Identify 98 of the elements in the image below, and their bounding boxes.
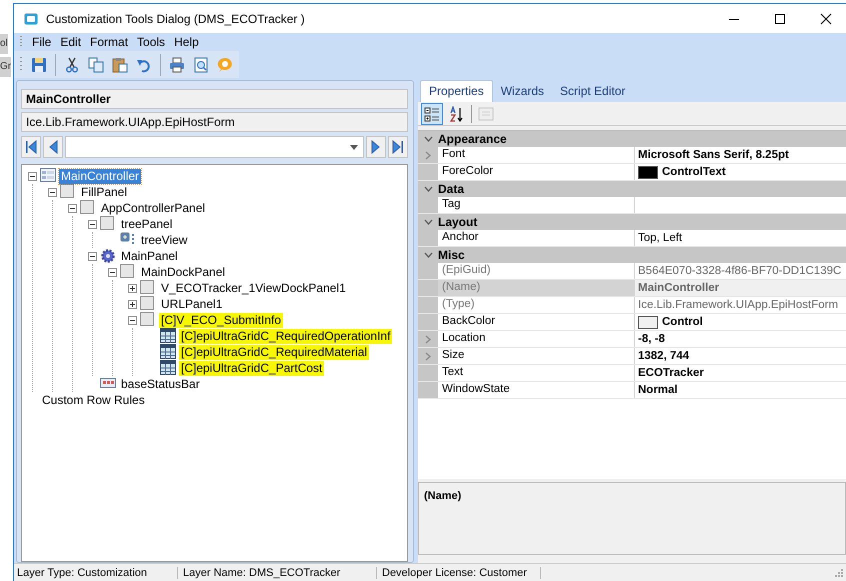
property-value[interactable]: 1382, 744 <box>638 350 690 362</box>
tree-item[interactable]: [C]V_ECO_SubmitInfo <box>159 312 284 328</box>
panel-icon <box>120 264 136 280</box>
status-text: Layer Name: DMS_ECOTracker <box>180 566 377 578</box>
menu-item[interactable]: File <box>32 35 52 49</box>
status-text: Developer License: Customer <box>379 566 541 578</box>
menu-item[interactable]: Help <box>174 35 199 49</box>
tree-item[interactable]: treePanel <box>119 216 174 232</box>
first-button[interactable] <box>21 136 41 158</box>
tab[interactable]: Script Editor <box>552 81 634 102</box>
clipboard-icon[interactable] <box>112 56 128 72</box>
tree-item[interactable]: FillPanel <box>79 184 130 200</box>
menu-item[interactable]: Tools <box>137 35 166 49</box>
menu-item[interactable]: Format <box>90 35 128 49</box>
property-name[interactable]: Font <box>438 147 635 163</box>
background-text: ol <box>0 34 8 54</box>
property-value[interactable]: -8, -8 <box>638 333 665 345</box>
collapse-icon[interactable] <box>48 188 57 196</box>
collapse-icon[interactable] <box>128 316 137 324</box>
property-value[interactable]: ECOTracker <box>638 367 704 379</box>
panel-icon <box>80 200 96 216</box>
resize-grip-icon[interactable] <box>835 568 843 576</box>
collapse-icon[interactable] <box>28 172 37 180</box>
printer-icon[interactable] <box>169 56 185 72</box>
collapse-icon[interactable] <box>88 220 97 228</box>
property-value[interactable]: Control <box>662 316 703 328</box>
dropdown-arrow-icon <box>350 144 358 150</box>
copy-icon[interactable] <box>88 56 104 72</box>
tab[interactable]: Wizards <box>492 81 552 102</box>
property-name[interactable]: ForeColor <box>438 164 635 180</box>
form-icon <box>40 168 56 184</box>
tree-item[interactable]: AppControllerPanel <box>99 200 208 216</box>
first-icon <box>25 140 37 154</box>
property-name[interactable]: (Type) <box>438 297 635 313</box>
category-label: Misc <box>438 248 465 262</box>
control-name: MainController <box>21 89 408 109</box>
panel-icon <box>140 280 156 296</box>
panel-icon <box>140 312 156 328</box>
tree-item[interactable]: [C]epiUltraGridC_RequiredOperationInf <box>179 328 392 344</box>
print-preview-icon[interactable] <box>193 56 209 72</box>
property-name[interactable]: WindowState <box>438 382 635 398</box>
categorized-icon[interactable] <box>421 102 443 124</box>
collapse-icon[interactable] <box>68 204 77 212</box>
category-label: Appearance <box>438 132 507 146</box>
tree-item[interactable]: V_ECOTracker_1ViewDockPanel1 <box>159 280 348 296</box>
collapse-icon[interactable] <box>88 252 97 260</box>
control-type: Ice.Lib.Framework.UIApp.EpiHostForm <box>21 112 408 132</box>
window-title: Customization Tools Dialog (DMS_ECOTracker ) <box>46 12 305 26</box>
grid-icon <box>160 328 176 344</box>
category-label: Data <box>438 182 464 196</box>
grid-icon <box>160 360 176 376</box>
close-icon[interactable] <box>820 12 832 24</box>
tree-item[interactable]: baseStatusBar <box>119 376 202 392</box>
grid-icon <box>160 344 176 360</box>
maximize-icon[interactable] <box>774 12 786 24</box>
property-name[interactable]: Anchor <box>438 230 635 246</box>
expand-icon[interactable] <box>128 300 137 308</box>
tree-item[interactable]: treeView <box>139 232 190 248</box>
property-value[interactable]: ControlText <box>662 166 726 178</box>
gear-icon <box>100 248 116 264</box>
tab[interactable]: Properties <box>420 80 493 102</box>
tree-item[interactable]: [C]epiUltraGridC_PartCost <box>179 360 324 376</box>
background-text: Gr <box>0 57 12 77</box>
last-button[interactable] <box>388 136 408 158</box>
property-value[interactable]: Normal <box>638 384 678 396</box>
app-icon <box>24 12 38 24</box>
property-value[interactable]: Ice.Lib.Framework.UIApp.EpiHostForm <box>638 299 838 311</box>
expand-icon[interactable] <box>128 284 137 292</box>
tree-item[interactable]: MainDockPanel <box>139 264 228 280</box>
category-label: Layout <box>438 215 478 229</box>
property-value[interactable]: Microsoft Sans Serif, 8.25pt <box>638 149 789 161</box>
last-icon <box>392 140 404 154</box>
tree-item[interactable]: MainPanel <box>119 248 180 264</box>
property-name[interactable]: Text <box>438 365 635 381</box>
previous-icon <box>47 140 59 154</box>
status-text: Layer Type: Customization <box>14 566 178 578</box>
next-button[interactable] <box>366 136 386 158</box>
tree-item[interactable]: [C]epiUltraGridC_RequiredMaterial <box>179 344 370 360</box>
scissors-icon[interactable] <box>64 56 80 72</box>
collapse-icon[interactable] <box>108 268 117 276</box>
tree-item[interactable]: URLPanel1 <box>159 296 224 312</box>
previous-button[interactable] <box>43 136 63 158</box>
menu-item[interactable]: Edit <box>60 35 82 49</box>
property-name[interactable]: Size <box>438 348 635 364</box>
property-name[interactable]: Tag <box>438 197 635 213</box>
property-name[interactable]: (EpiGuid) <box>438 263 635 279</box>
property-value[interactable]: Top, Left <box>638 232 682 244</box>
panel-icon <box>60 184 76 200</box>
property-name[interactable]: Location <box>438 331 635 347</box>
property-name[interactable]: BackColor <box>438 314 635 330</box>
tree-item[interactable]: Custom Row Rules <box>40 392 147 408</box>
next-icon <box>370 140 382 154</box>
description-title: (Name) <box>424 490 462 502</box>
panel-icon <box>100 216 116 232</box>
property-value[interactable]: B564E070-3328-4f86-BF70-DD1C139C <box>638 265 842 277</box>
panel-icon <box>140 296 156 312</box>
tree-item[interactable]: MainController <box>59 168 142 184</box>
save-icon[interactable] <box>31 56 47 72</box>
